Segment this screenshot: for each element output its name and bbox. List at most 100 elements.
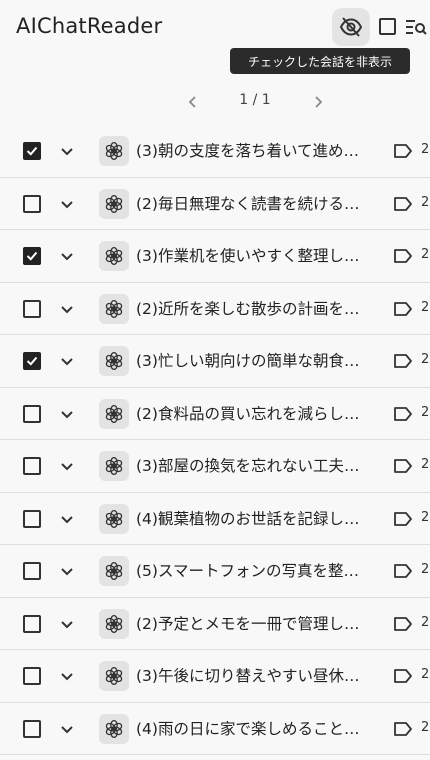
tag-icon[interactable]	[393, 196, 413, 212]
message-count: 2	[421, 667, 430, 682]
row-checkbox[interactable]	[23, 457, 41, 475]
conversation-title[interactable]: (3)忙しい朝向けの簡単な朝食…	[136, 349, 368, 371]
chatgpt-icon	[99, 451, 129, 481]
chevron-down-icon	[61, 358, 73, 366]
expand-button[interactable]	[58, 510, 76, 528]
tag-icon[interactable]	[393, 511, 413, 527]
conversation-title[interactable]: (2)食料品の買い忘れを減らし…	[136, 402, 368, 424]
chevron-down-icon	[61, 148, 73, 156]
conversation-title[interactable]: (3)作業机を使いやすく整理し…	[136, 244, 368, 266]
conversation-row[interactable]: (2)予定とメモを一冊で管理し… 2	[0, 598, 430, 650]
conversation-row[interactable]: (2)毎日無理なく読書を続ける… 2	[0, 178, 430, 230]
conversation-title[interactable]: (5)スマートフォンの写真を整…	[136, 559, 368, 581]
message-count: 2	[421, 509, 430, 525]
tag-icon[interactable]	[393, 721, 413, 737]
chatgpt-icon	[99, 556, 129, 586]
expand-button[interactable]	[58, 457, 76, 475]
expand-button[interactable]	[58, 667, 76, 685]
row-checkbox[interactable]	[23, 299, 41, 318]
chevron-down-icon	[61, 463, 73, 471]
expand-button[interactable]	[58, 352, 76, 370]
conversation-row[interactable]: (4)雨の日に家で楽しめること… 2	[0, 703, 430, 755]
select-all-checkbox[interactable]	[379, 18, 396, 35]
tag-icon[interactable]	[393, 301, 413, 317]
eye-off-icon	[339, 17, 363, 37]
chevron-right-icon	[315, 96, 323, 108]
chevron-down-icon	[61, 200, 73, 208]
row-checkbox[interactable]	[23, 719, 41, 738]
search-filter-icon	[406, 20, 427, 35]
expand-button[interactable]	[58, 142, 76, 160]
check-icon	[26, 356, 38, 366]
conversation-row[interactable]: (2)近所を楽しむ散歩の計画を… 2	[0, 283, 430, 335]
conversation-row[interactable]: (5)スマートフォンの写真を整… 2	[0, 545, 430, 598]
row-checkbox[interactable]	[23, 562, 41, 580]
chatgpt-icon	[99, 136, 129, 166]
conversation-row[interactable]: (3)作業机を使いやすく整理し… 2	[0, 230, 430, 283]
chatgpt-icon	[99, 346, 129, 376]
message-count: 2	[421, 142, 430, 157]
next-page-button[interactable]	[309, 92, 327, 112]
row-checkbox[interactable]	[23, 509, 41, 528]
tag-icon[interactable]	[393, 248, 413, 264]
conversation-row[interactable]: (3)朝の支度を落ち着いて進め… 2	[0, 125, 430, 178]
message-count: 2	[421, 614, 430, 630]
conversation-row[interactable]: (3)部屋の換気を忘れない工夫… 2	[0, 440, 430, 493]
expand-button[interactable]	[58, 247, 76, 265]
chatgpt-icon	[99, 503, 129, 534]
row-checkbox[interactable]	[23, 247, 41, 265]
expand-button[interactable]	[58, 720, 76, 738]
message-count: 2	[421, 404, 430, 420]
message-count: 2	[421, 299, 430, 315]
search-filter-button[interactable]	[404, 16, 428, 38]
conversation-row[interactable]: (2)食料品の買い忘れを減らし… 2	[0, 388, 430, 440]
conversation-title[interactable]: (3)午後に切り替えやすい昼休…	[136, 664, 368, 686]
chatgpt-icon	[99, 661, 129, 691]
conversation-row[interactable]: (4)観葉植物のお世話を記録し… 2	[0, 493, 430, 545]
row-checkbox[interactable]	[23, 667, 41, 685]
check-icon	[26, 251, 38, 261]
tooltip: チェックした会話を非表示	[230, 48, 410, 74]
tag-icon[interactable]	[393, 353, 413, 369]
row-checkbox[interactable]	[23, 614, 41, 633]
conversation-title[interactable]: (2)毎日無理なく読書を続ける…	[136, 192, 368, 214]
prev-page-button[interactable]	[184, 92, 202, 112]
conversation-title[interactable]: (3)部屋の換気を忘れない工夫…	[136, 454, 368, 476]
conversation-title[interactable]: (4)観葉植物のお世話を記録し…	[136, 507, 368, 529]
expand-button[interactable]	[58, 405, 76, 423]
row-checkbox[interactable]	[23, 194, 41, 213]
conversation-title[interactable]: (4)雨の日に家で楽しめること…	[136, 717, 368, 739]
chatgpt-icon	[99, 713, 129, 744]
expand-button[interactable]	[58, 615, 76, 633]
chevron-down-icon	[61, 305, 73, 313]
expand-button[interactable]	[58, 195, 76, 213]
chevron-down-icon	[61, 253, 73, 261]
message-count: 2	[421, 719, 430, 735]
chevron-down-icon	[61, 515, 73, 523]
expand-button[interactable]	[58, 300, 76, 318]
row-checkbox[interactable]	[23, 352, 41, 370]
chevron-down-icon	[61, 725, 73, 733]
chatgpt-icon	[99, 241, 129, 271]
message-count: 2	[421, 247, 430, 262]
row-checkbox[interactable]	[23, 142, 41, 160]
hide-checked-button[interactable]	[332, 8, 370, 46]
conversation-title[interactable]: (3)朝の支度を落ち着いて進め…	[136, 139, 368, 161]
row-checkbox[interactable]	[23, 404, 41, 423]
app-title: AIChatReader	[16, 14, 163, 38]
tag-icon[interactable]	[393, 616, 413, 632]
tag-icon[interactable]	[393, 563, 413, 579]
pagination: 1 / 1	[0, 90, 430, 114]
conversation-row[interactable]: (3)忙しい朝向けの簡単な朝食… 2	[0, 335, 430, 388]
tag-icon[interactable]	[393, 668, 413, 684]
conversation-title[interactable]: (2)近所を楽しむ散歩の計画を…	[136, 297, 368, 319]
tag-icon[interactable]	[393, 458, 413, 474]
expand-button[interactable]	[58, 562, 76, 580]
conversation-row[interactable]: (3)午後に切り替えやすい昼休… 2	[0, 650, 430, 703]
message-count: 2	[421, 562, 430, 577]
conversation-title[interactable]: (2)予定とメモを一冊で管理し…	[136, 612, 368, 634]
tag-icon[interactable]	[393, 406, 413, 422]
message-count: 2	[421, 457, 430, 472]
tag-icon[interactable]	[393, 143, 413, 159]
chevron-down-icon	[61, 620, 73, 628]
